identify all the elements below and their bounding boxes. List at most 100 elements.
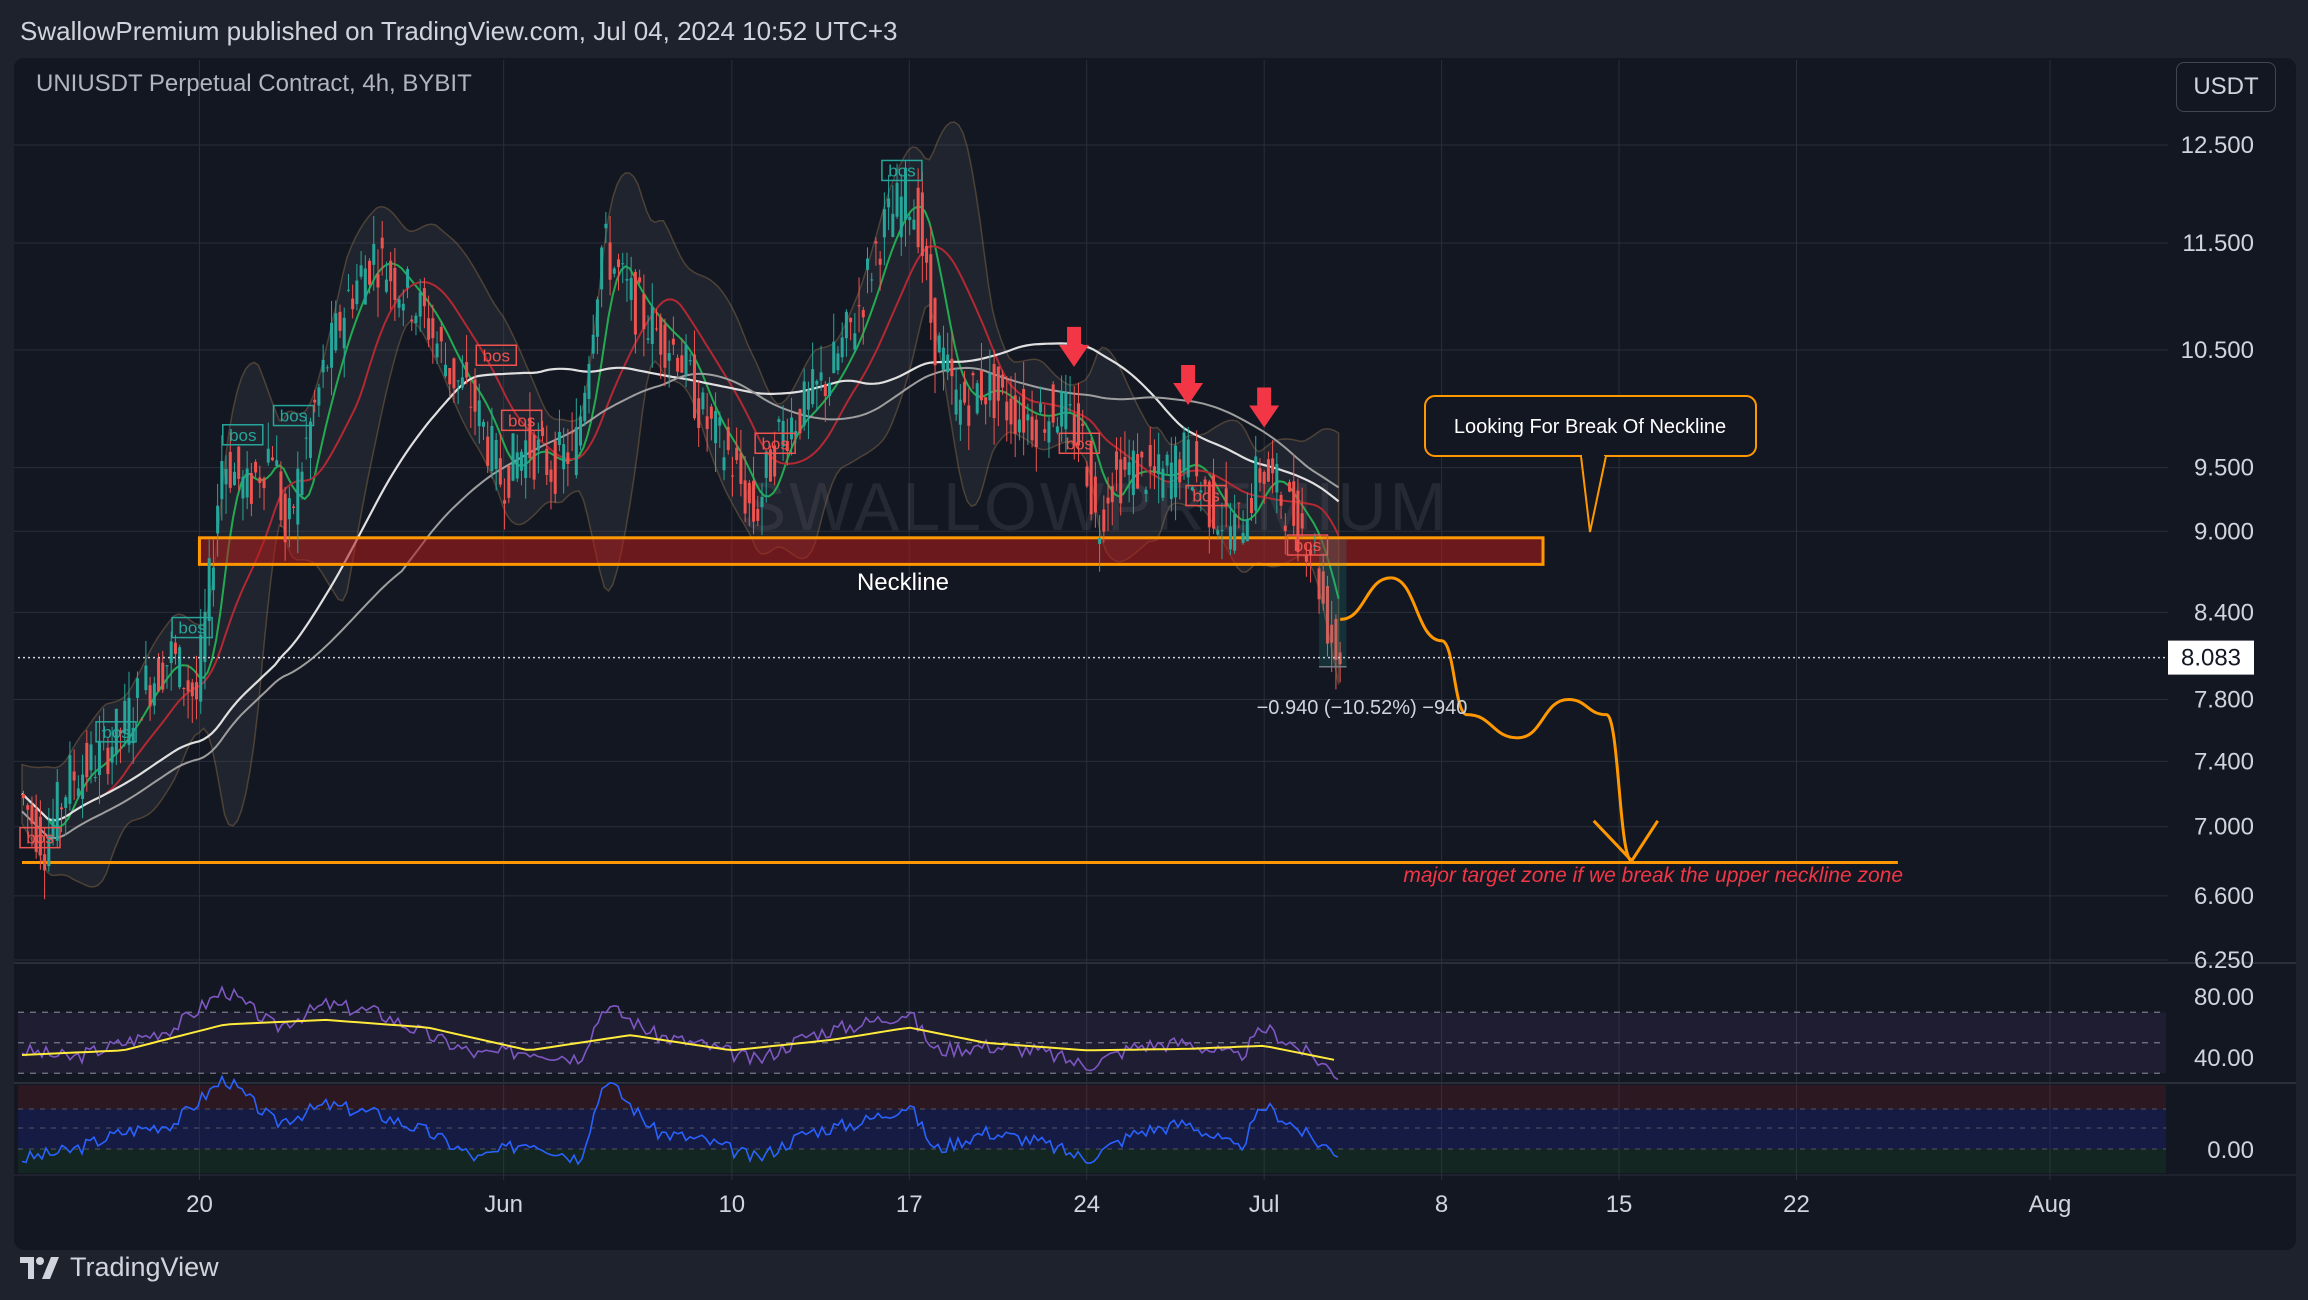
bos-label: bos [26, 829, 53, 848]
candle-body [722, 457, 726, 471]
candle-body [89, 744, 93, 771]
candle-bearish [1034, 414, 1038, 472]
candle-body [992, 363, 996, 419]
candle-body [920, 192, 924, 256]
candle-body [106, 747, 110, 775]
candle-body [714, 410, 718, 444]
candle-body [220, 460, 224, 500]
candle-body [224, 468, 228, 485]
candle-body [427, 318, 431, 340]
candle-body [621, 263, 625, 265]
candle-body [583, 392, 587, 422]
candle-body [477, 400, 481, 427]
rsi-tick-label: 80.00 [2194, 984, 2254, 1011]
candle-body [1013, 395, 1017, 434]
candle-body [1131, 450, 1135, 496]
candle-body [503, 500, 507, 504]
price-tick-label: 10.500 [2181, 337, 2254, 364]
bollinger-band-area [21, 121, 1340, 888]
candle-body [819, 372, 823, 381]
bos-label: bos [1066, 434, 1093, 453]
candle-body [950, 358, 954, 377]
candle-body [1022, 388, 1026, 433]
candle-body [1026, 414, 1030, 421]
candle-body [1254, 456, 1258, 511]
candle-body [422, 288, 426, 307]
candle-body [1148, 445, 1152, 467]
candle-body [684, 344, 688, 376]
candle-body [135, 678, 139, 698]
candle-body [1182, 432, 1186, 472]
candle-body [342, 317, 346, 349]
candle-body [435, 343, 439, 358]
candle-body [1064, 392, 1068, 430]
candle-body [1161, 468, 1165, 498]
candle-body [823, 384, 827, 397]
candle-body [625, 279, 629, 281]
candle-body [671, 338, 675, 345]
candle-body [186, 680, 190, 692]
candle-body [346, 289, 350, 291]
candle-body [64, 797, 68, 808]
candle-body [313, 399, 317, 403]
price-tick-label: 6.250 [2194, 947, 2254, 974]
candle-body [659, 317, 663, 355]
candle-body [832, 341, 836, 374]
bos-label: bos [178, 619, 205, 638]
candle-body [545, 448, 549, 476]
candle-body [1136, 454, 1140, 489]
currency-button[interactable]: USDT [2176, 62, 2276, 112]
candle-body [815, 380, 819, 385]
candle-body [612, 268, 616, 274]
candle-body [536, 439, 540, 451]
candle-body [1009, 398, 1013, 425]
candle-body [1275, 463, 1279, 493]
candle-body [22, 794, 25, 799]
candle-body [587, 363, 591, 399]
candle-body [211, 567, 215, 591]
candle-body [266, 448, 270, 463]
tradingview-logo[interactable]: TradingView [20, 1252, 219, 1283]
candle-body [655, 328, 658, 330]
callout-box[interactable]: Looking For Break Of Neckline [1424, 395, 1757, 533]
candle-body [431, 318, 435, 339]
candle-body [393, 267, 397, 300]
candle-body [1093, 476, 1097, 513]
candle-body [984, 397, 988, 405]
candle-body [553, 440, 557, 494]
candle-body [110, 746, 114, 763]
bos-label: bos [1294, 536, 1321, 555]
candle-body [486, 436, 490, 466]
candle-body [165, 665, 169, 667]
candle-body [325, 367, 329, 369]
candle-body [908, 216, 912, 221]
candle-body [1292, 481, 1296, 526]
candle-bullish [832, 313, 836, 374]
candle-body [861, 309, 865, 318]
candle-body [591, 334, 595, 354]
candle-body [338, 311, 342, 331]
time-tick-label: 24 [1073, 1191, 1100, 1218]
down-arrow-icon [1059, 326, 1090, 367]
candle-body [199, 634, 203, 702]
chart-canvas[interactable]: SWALLOWPREMIUM bosbosbosbosbosbosbosbosb… [0, 0, 2308, 1300]
candle-body [688, 360, 692, 362]
candle-body [258, 477, 262, 483]
candle-body [1288, 482, 1291, 492]
candle-body [76, 788, 80, 797]
candle-body [410, 319, 414, 322]
candle-bullish [574, 398, 578, 479]
candle-bullish [975, 380, 979, 416]
price-tick-label: 7.800 [2194, 687, 2254, 714]
candle-body [574, 427, 578, 476]
candle-body [870, 279, 874, 281]
candle-body [916, 187, 920, 248]
candle-body [207, 558, 211, 622]
candle-body [1152, 466, 1156, 474]
candle-body [1110, 486, 1114, 503]
candle-body [330, 322, 334, 368]
candle-body [726, 426, 730, 451]
bos-label: bos [102, 723, 129, 742]
candle-body [182, 687, 186, 689]
bollinger-band [21, 121, 1340, 888]
